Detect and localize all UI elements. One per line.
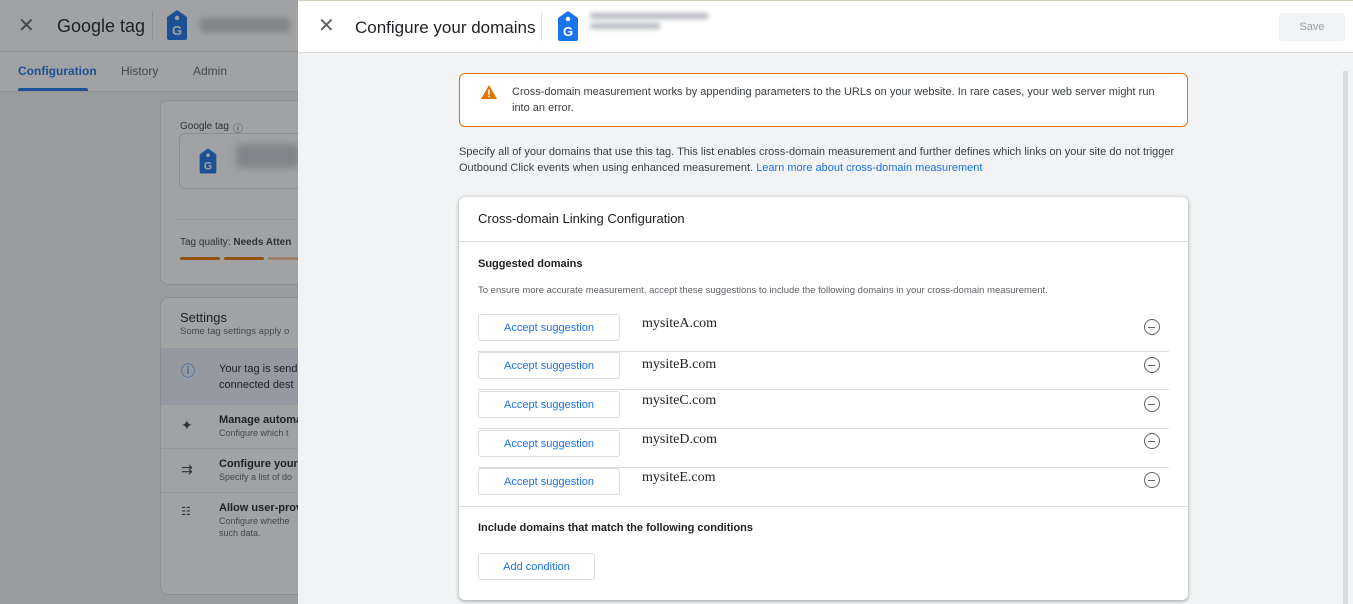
intro-text: Specify all of your domains that use thi… (459, 144, 1189, 176)
suggestion-row: Accept suggestion mysiteC.com (478, 391, 1169, 429)
google-tag-logo-icon: G (558, 11, 578, 41)
accept-suggestion-button[interactable]: Accept suggestion (478, 391, 620, 418)
suggested-domain: mysiteB.com (642, 357, 717, 372)
suggestion-row: Accept suggestion mysiteA.com (478, 314, 1169, 352)
warning-text: Cross-domain measurement works by append… (512, 86, 1155, 114)
divider (478, 428, 1169, 429)
suggested-domain: mysiteE.com (642, 470, 716, 485)
svg-text:G: G (563, 24, 573, 39)
accept-suggestion-button[interactable]: Accept suggestion (478, 314, 620, 341)
cross-domain-card: Cross-domain Linking Configuration Sugge… (459, 197, 1188, 600)
suggested-domain: mysiteD.com (642, 432, 718, 447)
scrollbar-thumb[interactable] (1343, 71, 1348, 604)
accept-suggestion-button[interactable]: Accept suggestion (478, 468, 620, 495)
remove-circle-icon[interactable] (1144, 433, 1160, 449)
add-condition-button[interactable]: Add condition (478, 553, 595, 580)
panel-header: ✕ Configure your domains G Save (298, 1, 1353, 53)
divider (541, 13, 542, 41)
accept-suggestion-button[interactable]: Accept suggestion (478, 430, 620, 457)
remove-circle-icon[interactable] (1144, 472, 1160, 488)
suggestion-row: Accept suggestion mysiteE.com (478, 468, 1169, 506)
suggested-domain: mysiteA.com (642, 316, 718, 331)
close-icon[interactable]: ✕ (318, 14, 335, 38)
suggested-domains-title: Suggested domains (478, 258, 583, 270)
conditions-title: Include domains that match the following… (478, 522, 754, 534)
modal-scrim[interactable] (0, 0, 298, 604)
configure-domains-panel: ✕ Configure your domains G Save Cross-do… (298, 0, 1353, 604)
scrollbar[interactable] (1343, 71, 1348, 604)
panel-title: Configure your domains (355, 18, 536, 37)
warning-icon (481, 85, 497, 99)
divider (478, 389, 1169, 390)
divider (459, 506, 1188, 507)
warning-banner: Cross-domain measurement works by append… (459, 73, 1188, 127)
suggested-domain: mysiteC.com (642, 393, 717, 408)
remove-circle-icon[interactable] (1144, 319, 1160, 335)
suggested-domains-description: To ensure more accurate measurement, acc… (478, 285, 1048, 296)
suggestion-row: Accept suggestion mysiteB.com (478, 352, 1169, 390)
account-name-blurred (590, 13, 710, 33)
suggestion-row: Accept suggestion mysiteD.com (478, 430, 1169, 468)
remove-circle-icon[interactable] (1144, 357, 1160, 373)
card-title: Cross-domain Linking Configuration (478, 211, 685, 226)
divider (459, 241, 1188, 242)
learn-more-link[interactable]: Learn more about cross-domain measuremen… (756, 162, 982, 174)
remove-circle-icon[interactable] (1144, 396, 1160, 412)
accept-suggestion-button[interactable]: Accept suggestion (478, 352, 620, 379)
save-button[interactable]: Save (1279, 13, 1345, 41)
